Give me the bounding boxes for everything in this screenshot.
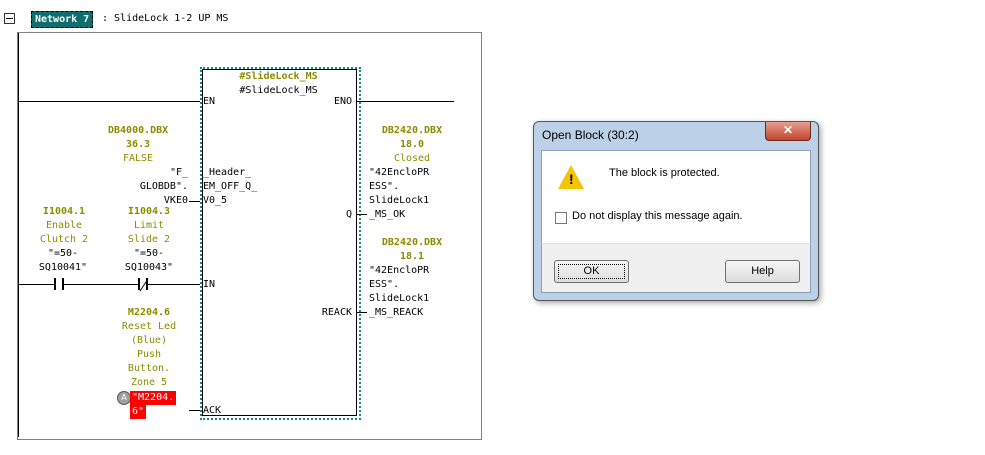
collapse-network-button[interactable] xyxy=(4,13,15,24)
pin-in: IN xyxy=(203,279,216,290)
pin-ack: ACK xyxy=(203,405,222,416)
pin-header: _Header_ EM_OFF_Q_ V0_5 xyxy=(203,167,258,206)
network-title: : SlideLock 1-2 UP MS xyxy=(102,13,229,24)
do-not-display-label[interactable]: Do not display this message again. xyxy=(572,210,743,222)
operand-i1004-1-comment: Enable Clutch 2 xyxy=(39,220,89,245)
do-not-display-checkbox[interactable] xyxy=(555,212,567,224)
in-rung-wire-b xyxy=(64,284,138,285)
operand-m2204-6-symbol[interactable]: "M2204. xyxy=(130,391,177,405)
operand-db2420-18-0-symbol[interactable]: "42EncloPR ESS". SlideLock1 _MS_OK xyxy=(369,166,429,222)
close-icon[interactable]: ✕ xyxy=(765,122,811,141)
eno-output-wire xyxy=(357,101,454,102)
function-block-body xyxy=(202,69,357,416)
q-output-wire xyxy=(357,214,367,215)
network-number-tag[interactable]: Network 7 xyxy=(31,11,94,28)
operand-i1004-3-symbol[interactable]: "=50- SQ10043" xyxy=(112,247,186,275)
open-block-dialog[interactable]: Open Block (30:2) ✕ ! The block is prote… xyxy=(533,121,819,301)
operand-i1004-3-comment: Limit Slide 2 xyxy=(127,220,171,245)
left-power-rail xyxy=(18,33,19,437)
help-button[interactable]: Help xyxy=(725,260,800,283)
status-indicator-icon: A xyxy=(117,391,131,405)
operand-db4000-symbol[interactable]: "F_ GLOBDB". VKE0 xyxy=(120,166,188,208)
ok-button[interactable]: OK xyxy=(554,260,629,283)
operand-m2204-6-symbol-cont[interactable]: 6" xyxy=(130,405,147,419)
operand-db4000-state: FALSE xyxy=(122,153,154,164)
operand-db2420-18-1-address[interactable]: DB2420.DBX 18.1 xyxy=(372,236,452,264)
pin-en: EN xyxy=(203,96,216,107)
operand-i1004-1-address[interactable]: I1004.1 xyxy=(34,205,94,219)
operand-m2204-6-address[interactable]: M2204.6 xyxy=(114,306,184,320)
operand-i1004-1-symbol[interactable]: "=50- SQ10041" xyxy=(28,247,98,275)
contact-i1004-1[interactable] xyxy=(54,278,64,290)
dialog-message: The block is protected. xyxy=(609,167,720,179)
operand-db2420-18-0-state: Closed xyxy=(393,153,431,164)
header-input-wire xyxy=(189,201,200,202)
fb-instance-db[interactable]: #SlideLock_MS xyxy=(202,70,355,84)
ack-input-wire xyxy=(189,410,200,411)
dialog-title: Open Block (30:2) xyxy=(542,128,639,142)
warning-exclamation-mark: ! xyxy=(569,171,574,187)
operand-i1004-3-address[interactable]: I1004.3 xyxy=(118,205,180,219)
dialog-body: ! The block is protected. Do not display… xyxy=(541,150,811,244)
in-rung-wire-a xyxy=(18,284,54,285)
operand-m2204-6-comment: Reset Led (Blue) Push Button. Zone 5 xyxy=(121,321,177,388)
reack-output-wire xyxy=(357,312,367,313)
pin-reack: REACK xyxy=(321,307,352,318)
operand-db2420-18-0-address[interactable]: DB2420.DBX 18.0 xyxy=(372,124,452,152)
pin-eno: ENO xyxy=(333,96,352,107)
operand-db4000-address[interactable]: DB4000.DBX 36.3 xyxy=(108,124,168,152)
in-rung-wire-c xyxy=(148,284,200,285)
operand-db2420-18-1-symbol[interactable]: "42EncloPR ESS". SlideLock1 _MS_REACK xyxy=(369,264,429,320)
pin-q: Q xyxy=(346,209,353,220)
dialog-footer: OK Help xyxy=(541,243,811,293)
en-rung-wire xyxy=(18,101,200,102)
